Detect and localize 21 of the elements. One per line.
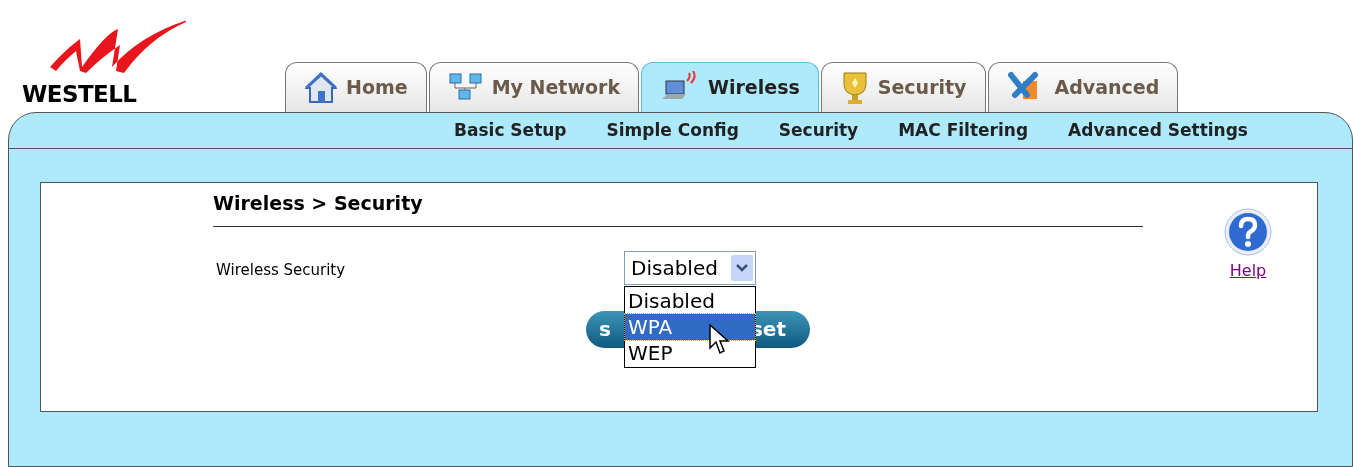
field-label: Wireless Security <box>215 259 347 281</box>
nav-tab[interactable]: Wireless <box>641 62 819 112</box>
mouse-cursor-icon <box>709 323 731 356</box>
chevron-down-icon <box>731 254 753 281</box>
help-link[interactable]: Help <box>1229 259 1267 283</box>
subnav-link[interactable]: Simple Config <box>606 117 739 144</box>
security-dropdown[interactable]: Disabled <box>624 250 756 285</box>
nav-tab[interactable]: My Network <box>428 62 640 112</box>
logo-text: WESTELL <box>22 83 138 106</box>
nav-tab[interactable]: Home <box>285 62 427 112</box>
subnav-link[interactable]: MAC Filtering <box>898 117 1029 144</box>
nav-tab[interactable]: Security <box>820 62 986 112</box>
nav-tab[interactable]: Advanced <box>987 62 1179 112</box>
house-icon <box>304 70 338 105</box>
dropdown-option[interactable]: WEP <box>625 339 755 366</box>
page-heading: Wireless > Security <box>213 192 423 214</box>
dropdown-option[interactable]: Disabled <box>625 287 755 314</box>
subnav-link[interactable]: Security <box>778 117 859 144</box>
subnav-link[interactable]: Advanced Settings <box>1068 117 1248 144</box>
help-icon[interactable] <box>1223 207 1273 257</box>
subnav-link[interactable]: Basic Setup <box>454 117 567 144</box>
